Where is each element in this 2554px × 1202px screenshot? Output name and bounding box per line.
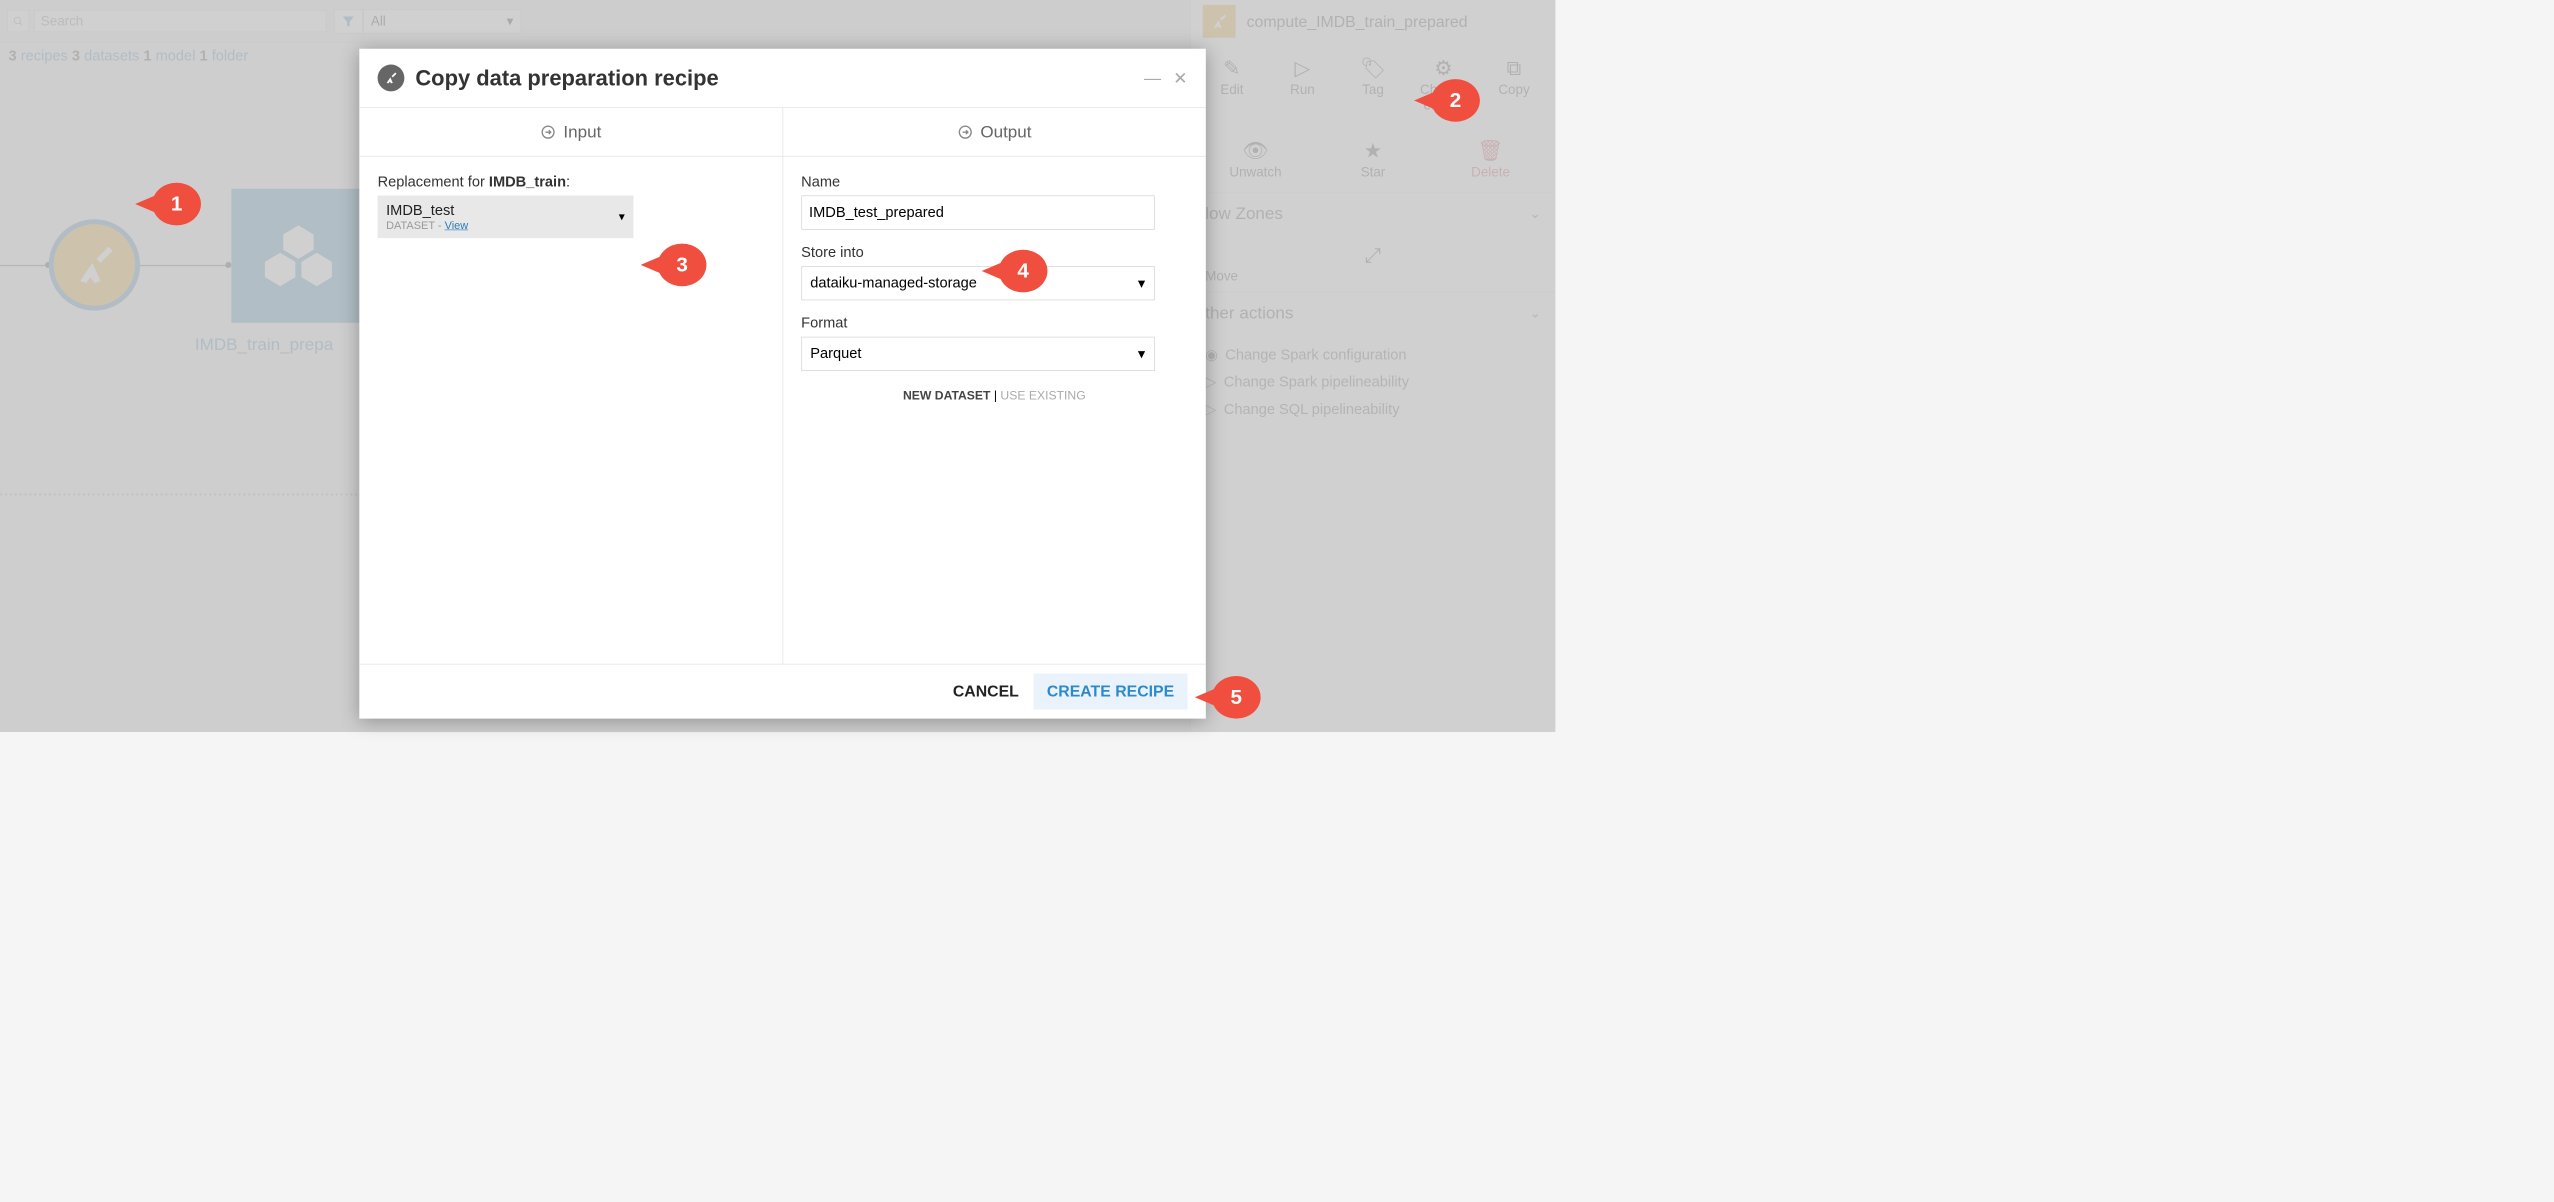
- dataset-mode-toggle: NEW DATASET | USE EXISTING: [801, 389, 1187, 403]
- new-dataset-toggle[interactable]: NEW DATASET: [903, 389, 991, 402]
- annotation-pin-2: 2: [1431, 79, 1480, 122]
- replacement-select[interactable]: IMDB_test DATASET - View: [378, 195, 634, 238]
- cancel-button[interactable]: CANCEL: [953, 682, 1019, 701]
- store-label: Store into: [801, 244, 1187, 261]
- broom-icon: [384, 71, 399, 86]
- modal-header: Copy data preparation recipe — ✕: [359, 49, 1206, 108]
- copy-recipe-modal: Copy data preparation recipe — ✕ Input O…: [359, 49, 1206, 719]
- minimize-icon[interactable]: —: [1144, 68, 1161, 88]
- label: Output: [980, 122, 1031, 141]
- input-column: Replacement for IMDB_train: IMDB_test DA…: [359, 157, 783, 664]
- modal-type-icon: [378, 65, 405, 92]
- chevron-down-icon: ▾: [1138, 274, 1145, 292]
- modal-tabs: Input Output: [359, 108, 1206, 157]
- value: dataiku-managed-storage: [810, 275, 977, 292]
- format-select[interactable]: Parquet ▾: [801, 337, 1154, 371]
- select-value: IMDB_test: [386, 202, 625, 219]
- output-column: Name Store into dataiku-managed-storage ▾…: [783, 157, 1206, 664]
- view-link[interactable]: View: [445, 219, 469, 231]
- annotation-pin-5: 5: [1212, 676, 1261, 719]
- select-subtext: DATASET - View: [386, 219, 625, 232]
- annotation-pin-3: 3: [658, 244, 707, 287]
- input-tab[interactable]: Input: [359, 108, 783, 156]
- modal-title: Copy data preparation recipe: [415, 65, 718, 91]
- name-label: Name: [801, 174, 1187, 191]
- format-label: Format: [801, 315, 1187, 332]
- annotation-pin-1: 1: [152, 183, 201, 226]
- value: Parquet: [810, 345, 861, 362]
- replacement-label: Replacement for IMDB_train:: [378, 174, 764, 191]
- modal-footer: CANCEL CREATE RECIPE: [359, 664, 1206, 719]
- label: Input: [563, 122, 601, 141]
- use-existing-toggle[interactable]: USE EXISTING: [1000, 389, 1085, 402]
- store-select[interactable]: dataiku-managed-storage ▾: [801, 266, 1154, 300]
- create-recipe-button[interactable]: CREATE RECIPE: [1033, 674, 1187, 710]
- arrow-out-icon: [957, 124, 973, 140]
- arrow-in-icon: [540, 124, 556, 140]
- chevron-down-icon: ▾: [1138, 345, 1145, 363]
- annotation-pin-4: 4: [999, 250, 1048, 293]
- output-tab[interactable]: Output: [783, 108, 1206, 156]
- close-icon[interactable]: ✕: [1173, 68, 1187, 88]
- name-input[interactable]: [801, 195, 1154, 229]
- modal-body: Replacement for IMDB_train: IMDB_test DA…: [359, 157, 1206, 664]
